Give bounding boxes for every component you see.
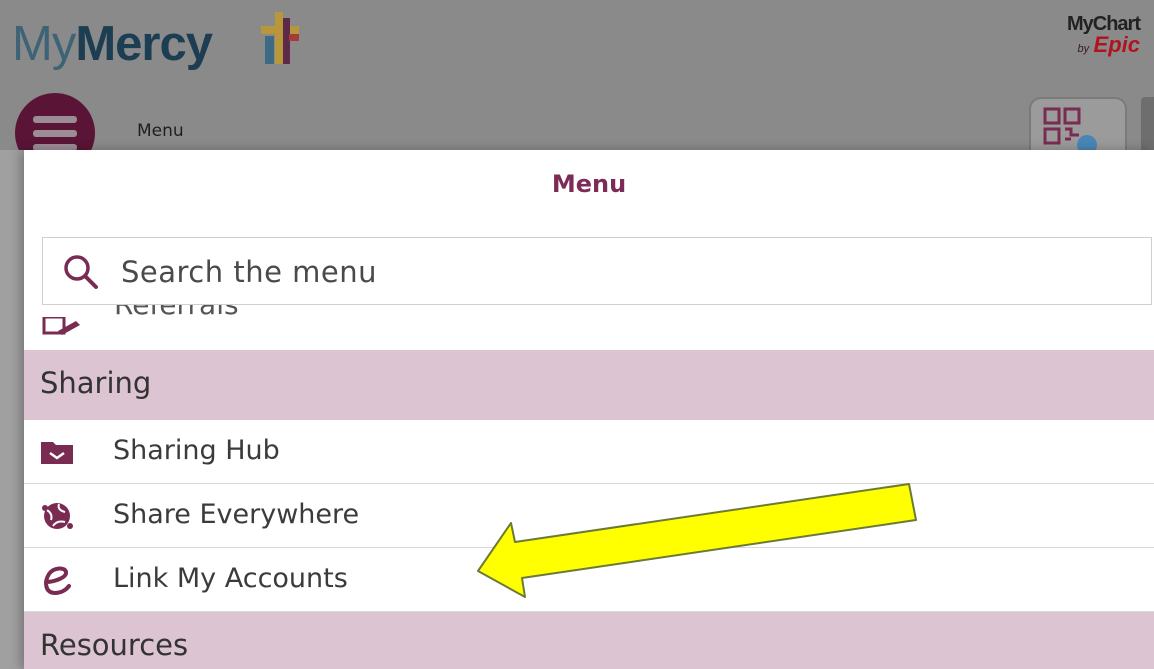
menu-item-sharing-hub[interactable]: Sharing Hub (24, 420, 1154, 484)
search-input[interactable]: Search the menu (42, 237, 1152, 305)
section-title: Sharing (40, 366, 152, 400)
logo-my-text: My (12, 17, 76, 71)
menu-item-label: Link My Accounts (113, 563, 348, 594)
menu-item-share-everywhere[interactable]: Share Everywhere (24, 484, 1154, 548)
mychart-text: MyChart (1066, 13, 1141, 35)
menu-item-label: Share Everywhere (113, 499, 360, 530)
mychart-epic-logo: MyChart by Epic (1066, 13, 1141, 57)
logo-mercy-text: Mercy (75, 17, 213, 71)
search-placeholder: Search the menu (121, 255, 378, 289)
folder-share-icon (41, 442, 73, 464)
section-header-sharing: Sharing (24, 350, 1154, 420)
menu-toggle-label: Menu (137, 121, 184, 141)
menu-item-label: Sharing Hub (113, 435, 280, 466)
search-icon (64, 255, 98, 289)
globe-share-icon (42, 503, 73, 529)
epic-text: Epic (1093, 32, 1140, 57)
mychart-by-text: by (1077, 43, 1090, 55)
link-accounts-icon (44, 566, 71, 596)
section-header-resources: Resources (24, 612, 1154, 669)
section-title: Resources (40, 628, 189, 662)
mymercy-logo[interactable]: MyMercy (12, 12, 213, 76)
menu-item-link-my-accounts[interactable]: Link My Accounts (24, 548, 1154, 612)
app-screen: MyMercy MyChart by Epic Menu Menu Search… (0, 0, 1154, 669)
referral-icon (42, 317, 80, 335)
page-gutter (0, 150, 24, 669)
mercy-cross-icon (261, 12, 299, 64)
header-side-tab (1141, 97, 1154, 157)
menu-title: Menu (551, 170, 627, 198)
menu-panel: Menu Search the menu Referrals Sharing S… (24, 150, 1154, 669)
menu-item-referrals[interactable]: Referrals (24, 305, 1154, 350)
app-header: MyMercy MyChart by Epic Menu (0, 0, 1154, 173)
menu-item-label: Referrals (114, 305, 239, 319)
